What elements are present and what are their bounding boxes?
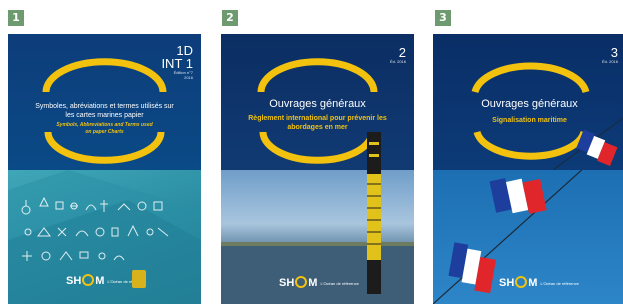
volume-number: 3 Éd. 2016 <box>601 45 618 64</box>
naval-emblem-icon <box>132 270 146 288</box>
cover-title: Ouvrages généraux <box>481 98 578 110</box>
buoy-mast <box>367 132 381 172</box>
shom-logo: SH M L'Océan de référence <box>499 276 579 289</box>
cover-title: Ouvrages généraux <box>269 98 366 110</box>
shom-logo: SH M L'Océan de référence <box>279 276 359 289</box>
volume-number: 2 Éd. 2016 <box>389 45 406 64</box>
shom-logo: SH M L'Océan de référence <box>66 274 146 287</box>
cover-subtitle: Règlement international pour prévenir le… <box>248 115 387 131</box>
volume-number: 1D INT 1 Édition n°7 2016 <box>161 43 193 80</box>
cover-subtitle: Signalisation maritime <box>492 117 567 124</box>
cover-subtitle: Symbols, Abbreviations and Terms used on… <box>56 122 153 135</box>
cover-number-badge-2: 2 <box>222 10 238 26</box>
cover-number-badge-3: 3 <box>435 10 451 26</box>
publication-cover-2[interactable]: 2 Éd. 2016 Ouvrages généraux Règlement i… <box>221 34 414 304</box>
flag-top-right <box>553 118 623 170</box>
cover-title: Symboles, abréviations et termes utilisé… <box>35 103 174 119</box>
publication-cover-3[interactable]: 3 Éd. 2016 Ouvrages généraux Signalisati… <box>433 34 623 304</box>
cover-number-badge-1: 1 <box>8 10 24 26</box>
publication-cover-1[interactable]: 1D INT 1 Édition n°7 2016 Symboles, abré… <box>8 34 201 304</box>
